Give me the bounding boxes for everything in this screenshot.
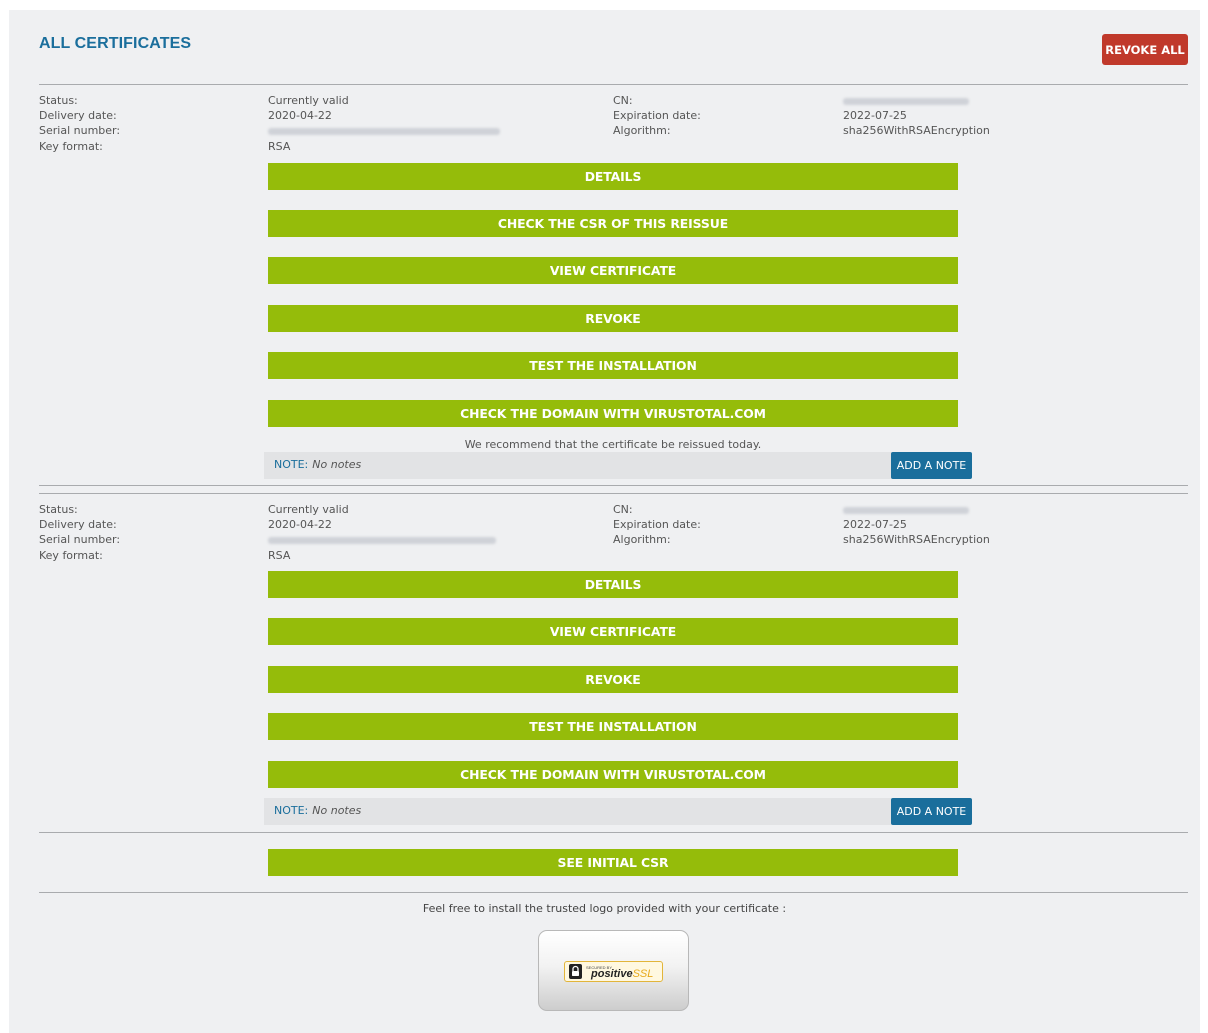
cert-labels-right: CN: Expiration date: Algorithm:: [613, 93, 701, 139]
serial-number-label: Serial number:: [39, 124, 121, 138]
divider: [39, 892, 1188, 893]
key-format-label: Key format:: [39, 139, 103, 153]
cert-values-left: Currently valid 2020-04-22 RSA: [268, 502, 496, 563]
delivery-date-label: Delivery date:: [39, 109, 117, 123]
trusted-logo-text: Feel free to install the trusted logo pr…: [422, 902, 787, 915]
algorithm-value: sha256WithRSAEncryption: [843, 533, 990, 547]
cn-label: CN:: [613, 503, 633, 516]
details-button[interactable]: DETAILS: [268, 571, 958, 598]
note-bar: NOTE: No notes ADD A NOTE: [264, 798, 972, 825]
divider: [39, 84, 1188, 85]
cert-values-left: Currently valid 2020-04-22 RSA: [268, 93, 500, 154]
status-label: Status:: [39, 503, 78, 516]
cert-values-right: 2022-07-25 sha256WithRSAEncryption: [843, 93, 990, 139]
reissue-recommendation: We recommend that the certificate be rei…: [464, 438, 762, 451]
note-text: No notes: [312, 804, 362, 817]
delivery-date-value: 2020-04-22: [268, 518, 332, 532]
view-certificate-button[interactable]: VIEW CERTIFICATE: [268, 257, 958, 284]
note-bar: NOTE: No notes ADD A NOTE: [264, 452, 972, 479]
divider: [39, 493, 1188, 494]
serial-number-label: Serial number:: [39, 533, 121, 547]
algorithm-value: sha256WithRSAEncryption: [843, 124, 990, 138]
view-certificate-button[interactable]: VIEW CERTIFICATE: [268, 618, 958, 645]
key-format-value: RSA: [268, 548, 291, 562]
test-installation-button[interactable]: TEST THE INSTALLATION: [268, 713, 958, 740]
positivessl-badge: SECURED BY positiveSSL: [564, 961, 663, 982]
cert-labels-left: Status: Delivery date: Serial number: Ke…: [39, 93, 120, 154]
expiration-date-label: Expiration date:: [613, 109, 701, 123]
algorithm-label: Algorithm:: [613, 533, 671, 547]
check-virustotal-button[interactable]: CHECK THE DOMAIN WITH VIRUSTOTAL.COM: [268, 761, 958, 788]
status-value: Currently valid: [268, 94, 349, 107]
cn-redacted: [843, 506, 969, 514]
divider: [39, 485, 1188, 486]
algorithm-label: Algorithm:: [613, 124, 671, 138]
cn-label: CN:: [613, 94, 633, 107]
serial-number-redacted: [268, 127, 500, 135]
expiration-date-value: 2022-07-25: [843, 109, 907, 123]
serial-number-redacted: [268, 536, 496, 544]
note-label: NOTE:: [274, 458, 309, 471]
delivery-date-value: 2020-04-22: [268, 109, 332, 123]
key-format-label: Key format:: [39, 548, 103, 562]
cert-labels-right: CN: Expiration date: Algorithm:: [613, 502, 701, 548]
add-note-button[interactable]: ADD A NOTE: [891, 452, 972, 479]
key-format-value: RSA: [268, 139, 291, 153]
revoke-button[interactable]: REVOKE: [268, 666, 958, 693]
status-value: Currently valid: [268, 503, 349, 516]
certificates-panel: ALL CERTIFICATES REVOKE ALL Status: Deli…: [9, 10, 1200, 1033]
expiration-date-label: Expiration date:: [613, 518, 701, 532]
see-initial-csr-button[interactable]: SEE INITIAL CSR: [268, 849, 958, 876]
cn-redacted: [843, 97, 969, 105]
add-note-button[interactable]: ADD A NOTE: [891, 798, 972, 825]
page-title: ALL CERTIFICATES: [39, 35, 192, 52]
positivessl-text: positiveSSL: [591, 968, 654, 980]
check-csr-reissue-button[interactable]: CHECK THE CSR OF THIS REISSUE: [268, 210, 958, 237]
cert-values-right: 2022-07-25 sha256WithRSAEncryption: [843, 502, 990, 548]
check-virustotal-button[interactable]: CHECK THE DOMAIN WITH VIRUSTOTAL.COM: [268, 400, 958, 427]
details-button[interactable]: DETAILS: [268, 163, 958, 190]
revoke-button[interactable]: REVOKE: [268, 305, 958, 332]
revoke-all-button[interactable]: REVOKE ALL: [1102, 34, 1188, 65]
expiration-date-value: 2022-07-25: [843, 518, 907, 532]
test-installation-button[interactable]: TEST THE INSTALLATION: [268, 352, 958, 379]
delivery-date-label: Delivery date:: [39, 518, 117, 532]
status-label: Status:: [39, 94, 78, 107]
cert-labels-left: Status: Delivery date: Serial number: Ke…: [39, 502, 120, 563]
divider: [39, 832, 1188, 833]
note-text: No notes: [312, 458, 362, 471]
trusted-logo-box[interactable]: SECURED BY positiveSSL: [538, 930, 689, 1011]
note-label: NOTE:: [274, 804, 309, 817]
lock-icon: [569, 964, 582, 979]
